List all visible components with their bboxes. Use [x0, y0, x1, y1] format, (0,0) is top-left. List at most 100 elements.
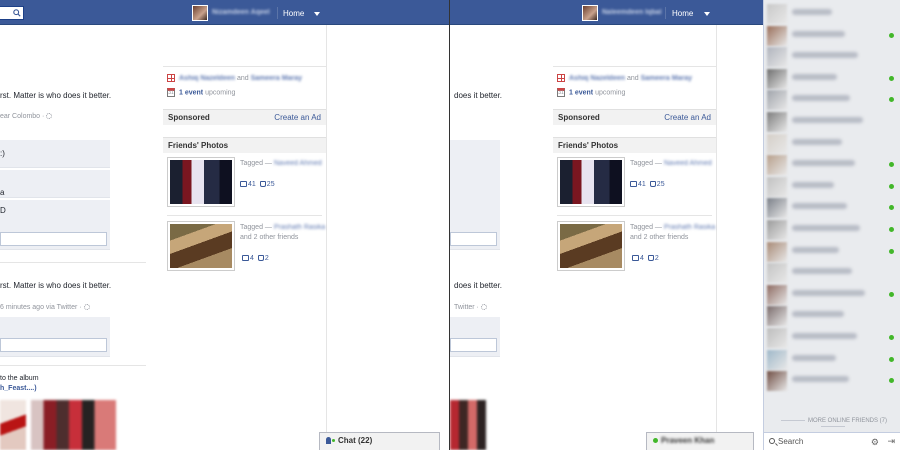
chat-friend-row[interactable] [764, 89, 900, 111]
profile-avatar[interactable] [582, 5, 598, 21]
comment-input[interactable] [0, 232, 107, 246]
privacy-icon [83, 304, 90, 311]
album-photo[interactable] [0, 400, 26, 450]
popout-icon[interactable]: ⇥ [887, 436, 895, 447]
comment-input[interactable] [450, 232, 497, 246]
divider [277, 7, 278, 19]
chat-friend-row[interactable] [764, 305, 900, 327]
create-ad-link[interactable]: Create an Ad [664, 113, 711, 122]
column-divider [716, 25, 717, 450]
events-link[interactable]: 1 event [179, 89, 203, 96]
friend-link[interactable]: Ashiq Nazeldeen [569, 75, 625, 82]
chat-friend-row[interactable] [764, 370, 900, 392]
chat-friend-row[interactable] [764, 46, 900, 68]
tagged-friend-link[interactable]: Naveed Ahmed [274, 160, 322, 167]
friend-photo[interactable] [167, 221, 235, 271]
chat-friend-row[interactable] [764, 284, 900, 305]
events-link[interactable]: 1 event [569, 89, 593, 96]
chat-search-input[interactable]: Search [778, 437, 803, 446]
post-meta: ear Colombo · [0, 113, 53, 120]
comment-input[interactable] [0, 338, 107, 352]
chat-friend-row[interactable] [764, 262, 900, 284]
photo-counts: 41 25 [240, 181, 275, 188]
friend-photo[interactable] [167, 157, 235, 207]
comment-icon [242, 255, 249, 262]
home-link[interactable]: Home [283, 9, 304, 18]
like-count[interactable]: 2 [655, 255, 659, 262]
friend-name [792, 9, 832, 15]
search-icon[interactable] [13, 9, 21, 17]
like-count[interactable]: 25 [267, 181, 275, 188]
album-link[interactable]: h_Feast....) [0, 385, 37, 392]
events-suffix: upcoming [205, 89, 236, 97]
chat-friend-row[interactable] [764, 154, 900, 176]
friend-avatar [767, 349, 787, 370]
comment-count[interactable]: 41 [248, 181, 256, 188]
chat-friend-row[interactable] [764, 3, 900, 24]
friend-name [792, 117, 863, 123]
caret-down-icon[interactable] [704, 12, 710, 16]
comment-count[interactable]: 41 [638, 181, 646, 188]
like-icon [259, 181, 266, 188]
chat-friend-row[interactable] [764, 176, 900, 197]
friend-avatar [767, 155, 787, 176]
chat-friend-row[interactable] [764, 25, 900, 46]
tagged-label: Tagged — [630, 224, 662, 231]
post-text: rst. Matter is who does it better. [0, 91, 112, 100]
friend-name [792, 203, 847, 210]
like-count[interactable]: 2 [265, 255, 269, 262]
friend-link[interactable]: Sameera Maray [641, 75, 692, 82]
chat-friend-row[interactable] [764, 133, 900, 154]
online-status-dot [889, 248, 894, 254]
chat-friend-row[interactable] [764, 241, 900, 262]
friend-photo[interactable] [557, 157, 625, 207]
post-timestamp[interactable]: Twitter · [454, 304, 479, 311]
friend-link[interactable]: Sameera Maray [251, 75, 302, 82]
online-dot [653, 438, 658, 444]
create-ad-link[interactable]: Create an Ad [274, 113, 321, 122]
album-photo[interactable] [450, 400, 486, 450]
post-timestamp[interactable]: 6 minutes ago via Twitter · [0, 304, 82, 311]
comment-item [0, 317, 110, 357]
tagged-label: Tagged — [240, 160, 272, 167]
friend-name [792, 289, 865, 296]
friend-name [792, 333, 857, 339]
profile-name[interactable]: Naleemdeen Iqbal [602, 9, 662, 16]
chat-friend-row[interactable] [764, 197, 900, 219]
friend-link[interactable]: Ashiq Nazeldeen [179, 75, 235, 82]
friend-avatar [767, 263, 787, 284]
comment-input[interactable] [450, 338, 497, 352]
chat-friend-row[interactable] [764, 349, 900, 370]
home-link[interactable]: Home [672, 9, 693, 18]
comment-count[interactable]: 4 [640, 255, 644, 262]
chat-friend-row[interactable] [764, 111, 900, 132]
caret-down-icon[interactable] [314, 12, 320, 16]
chat-friend-row[interactable] [764, 327, 900, 348]
profile-name[interactable]: Nizamdeen Aqeel [212, 9, 270, 16]
like-count[interactable]: 25 [657, 181, 665, 188]
chat-friend-row[interactable] [764, 68, 900, 89]
tagged-friend-link[interactable]: Naveed Ahmed [664, 160, 712, 167]
calendar-icon: 31 [167, 88, 175, 97]
tagged-friend-link[interactable]: Prashath Rasika [274, 224, 325, 231]
profile-avatar[interactable] [192, 5, 208, 21]
friend-name [792, 354, 836, 361]
comment-count[interactable]: 4 [250, 255, 254, 262]
more-online-friends-link[interactable]: MORE ONLINE FRIENDS (7) [764, 418, 900, 430]
album-photo[interactable] [31, 400, 116, 450]
search-input[interactable] [0, 6, 24, 20]
gear-icon[interactable]: ⚙ [871, 437, 879, 448]
friend-avatar [767, 198, 787, 219]
online-status-dot [889, 291, 894, 297]
gift-icon [167, 74, 175, 82]
comment-area [450, 317, 500, 357]
open-chat-tab[interactable]: Praveen Khan [646, 432, 754, 450]
chat-friend-row[interactable] [764, 219, 900, 240]
friend-photo[interactable] [557, 221, 625, 271]
friend-avatar [767, 241, 787, 262]
friend-name [792, 246, 839, 253]
chat-tab[interactable]: Chat (22) [319, 432, 440, 450]
post-location[interactable]: ear Colombo · [0, 113, 44, 120]
left-browser-pane: Nizamdeen Aqeel Home rst. Matter is who … [0, 0, 450, 450]
tagged-friend-link[interactable]: Prashath Rasika [664, 224, 715, 231]
